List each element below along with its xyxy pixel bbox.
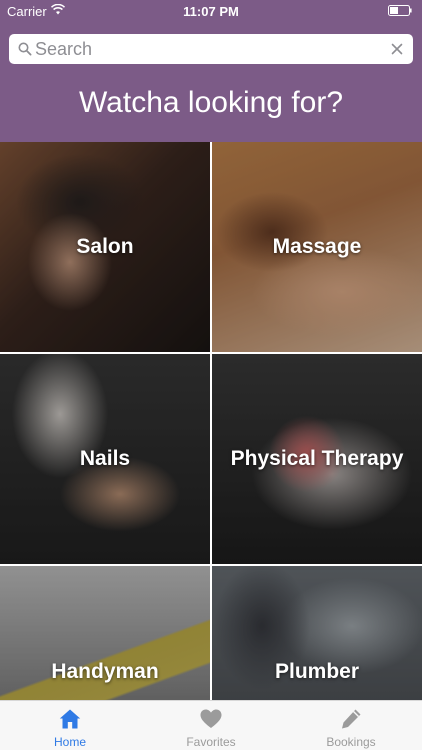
tab-bar: Home Favorites Bookings	[0, 700, 422, 750]
category-label: Physical Therapy	[230, 447, 404, 470]
app-screen: Carrier 11:07 PM Wat	[0, 0, 422, 750]
search-icon	[18, 42, 32, 56]
category-tile-plumber[interactable]: Plumber	[212, 566, 422, 700]
tab-favorites[interactable]: Favorites	[141, 701, 281, 750]
category-label: Massage	[272, 235, 362, 258]
heart-icon	[200, 709, 222, 728]
category-tile-physical-therapy[interactable]: Physical Therapy	[212, 354, 422, 564]
home-icon	[59, 709, 81, 729]
category-grid: Salon Massage Nails Physical Therapy Han…	[0, 142, 422, 700]
tab-label: Home	[53, 735, 86, 749]
category-tile-nails[interactable]: Nails	[0, 354, 210, 564]
status-bar: Carrier 11:07 PM	[0, 0, 422, 22]
tab-label: Bookings	[326, 735, 376, 749]
category-tile-handyman[interactable]: Handyman	[0, 566, 210, 700]
search-bar	[9, 34, 413, 64]
category-label: Plumber	[274, 660, 360, 683]
category-tile-salon[interactable]: Salon	[0, 142, 210, 352]
clear-icon[interactable]	[390, 42, 404, 56]
category-tile-massage[interactable]: Massage	[212, 142, 422, 352]
category-label: Salon	[76, 235, 134, 258]
tab-label: Favorites	[186, 735, 236, 749]
status-time: 11:07 PM	[183, 4, 239, 19]
tab-home[interactable]: Home	[0, 701, 140, 750]
page-title: Watcha looking for?	[78, 86, 344, 119]
category-label: Handyman	[51, 660, 159, 683]
battery-icon	[388, 5, 412, 16]
tab-bookings[interactable]: Bookings	[281, 701, 421, 750]
pencil-icon	[342, 709, 361, 729]
category-label: Nails	[79, 447, 131, 470]
search-input[interactable]	[35, 34, 375, 64]
header: Carrier 11:07 PM Wat	[0, 0, 422, 142]
